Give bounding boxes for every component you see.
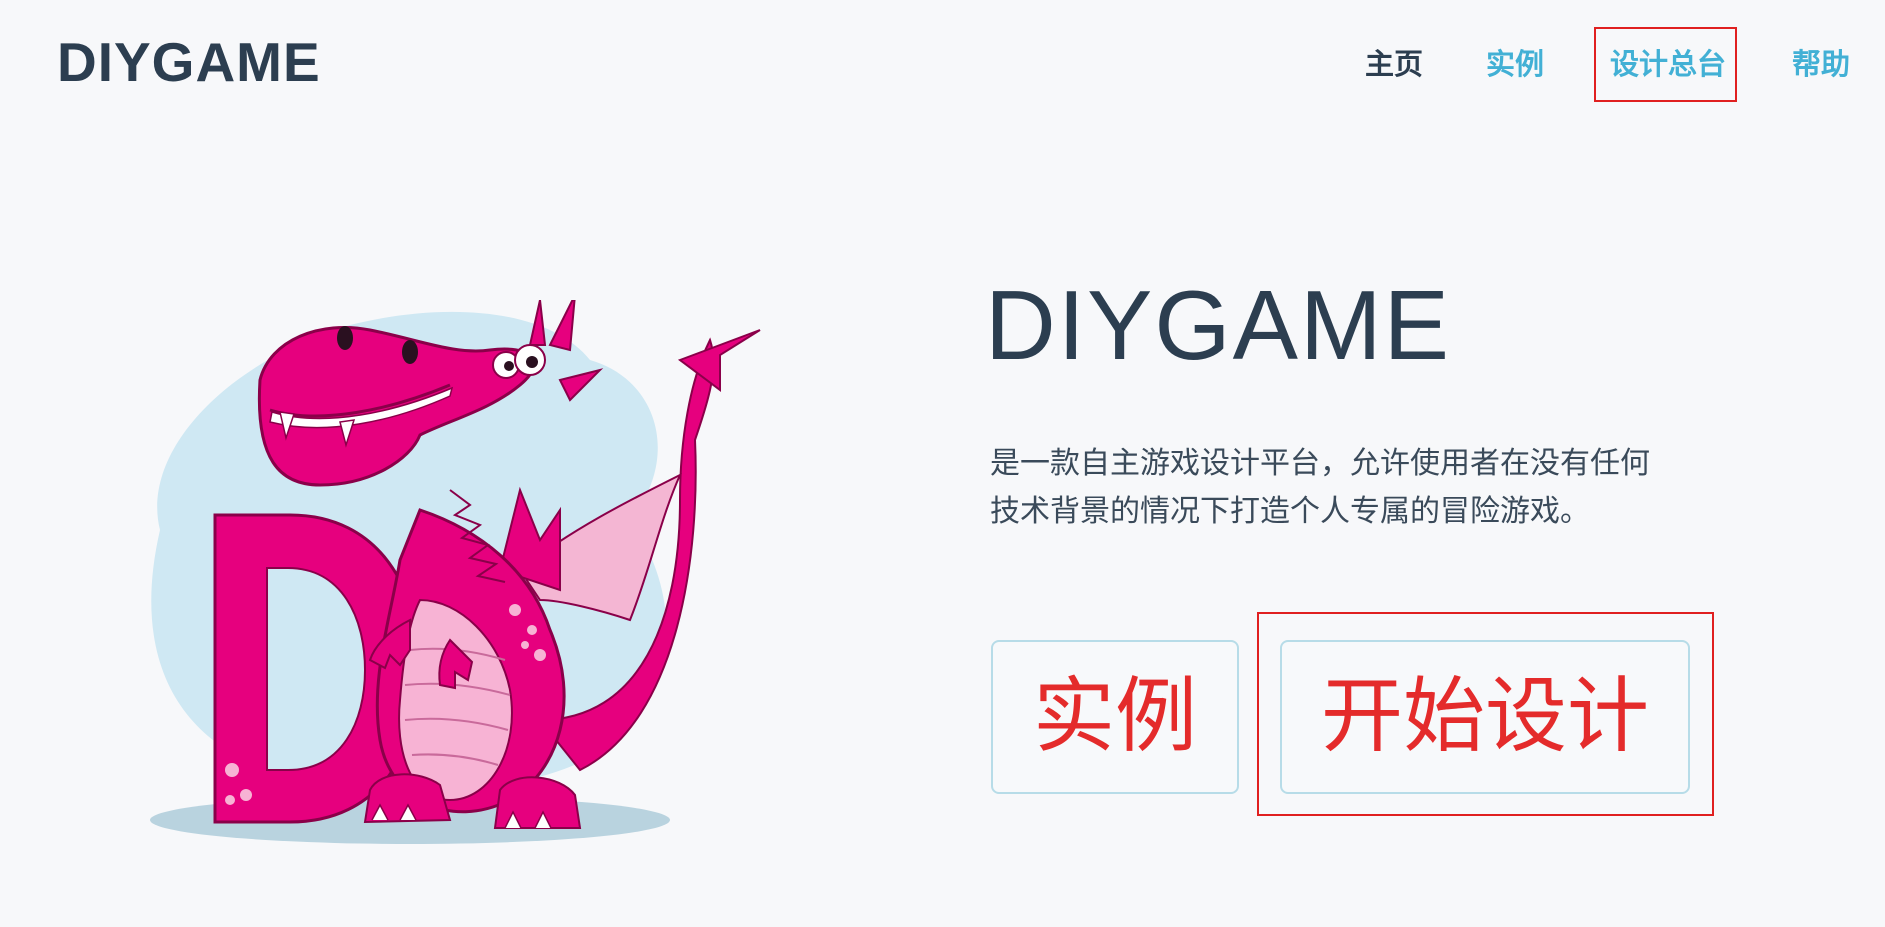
description-line-2: 技术背景的情况下打造个人专属的冒险游戏。 <box>990 494 1590 529</box>
page: DIYGAME 主页 实例 设计总台 帮助 DIYGAME 是一款自主游戏设计平… <box>0 0 1885 927</box>
start-design-highlight-box <box>1257 612 1714 816</box>
nav-home[interactable]: 主页 <box>1365 44 1423 84</box>
description-line-1: 是一款自主游戏设计平台，允许使用者在没有任何 <box>990 446 1650 481</box>
nav-highlight-box <box>1594 27 1737 102</box>
hero-description: 是一款自主游戏设计平台，允许使用者在没有任何 技术背景的情况下打造个人专属的冒险… <box>990 440 1750 536</box>
nav-examples[interactable]: 实例 <box>1486 44 1544 84</box>
dragon-illustration <box>150 300 761 844</box>
hero-title: DIYGAME <box>985 270 1451 380</box>
nav-help[interactable]: 帮助 <box>1792 44 1850 84</box>
examples-button[interactable]: 实例 <box>991 640 1239 794</box>
site-logo[interactable]: DIYGAME <box>57 30 321 94</box>
